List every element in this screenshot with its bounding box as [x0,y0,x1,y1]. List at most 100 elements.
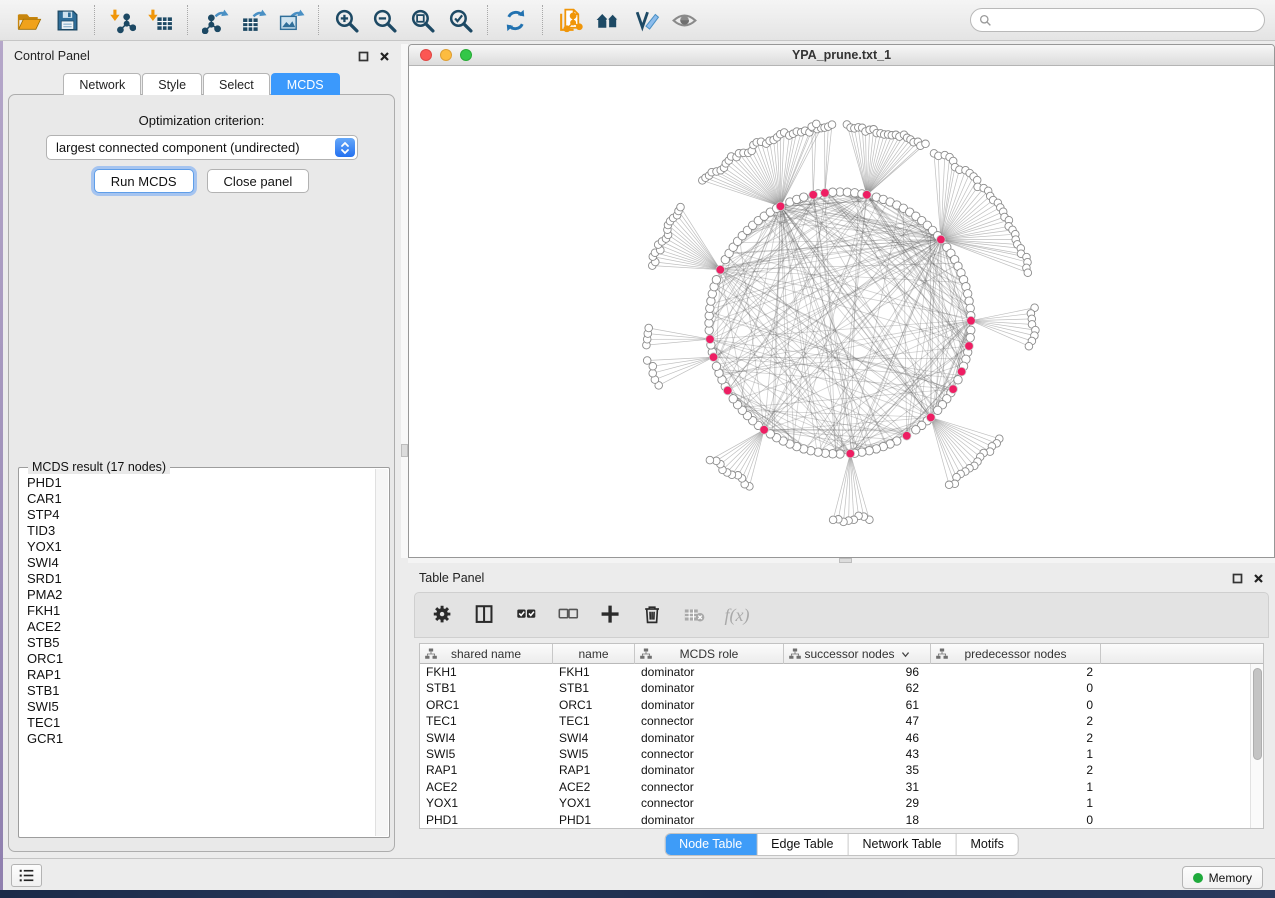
add-column-button[interactable] [593,597,629,633]
mcds-result-item[interactable]: PMA2 [27,587,375,603]
network-node[interactable] [934,406,942,414]
column-header-MCDS-role[interactable]: MCDS role [635,644,784,664]
split-divider-vertical[interactable] [401,44,408,558]
mcds-result-item[interactable]: PHD1 [27,475,375,491]
mcds-hub-node[interactable] [716,265,725,274]
network-node[interactable] [829,516,837,524]
network-node[interactable] [649,369,657,377]
network-node[interactable] [645,324,653,332]
task-history-button[interactable] [11,864,42,887]
run-mcds-button[interactable]: Run MCDS [94,169,194,193]
network-node[interactable] [813,120,821,128]
close-panel-button[interactable]: Close panel [207,169,310,193]
open-folder-button[interactable] [10,3,48,37]
mcds-result-item[interactable]: ORC1 [27,651,375,667]
mcds-result-item[interactable]: TEC1 [27,715,375,731]
table-scrollbar-thumb[interactable] [1253,668,1262,760]
column-header-shared-name[interactable]: shared name [420,644,553,664]
mcds-hub-node[interactable] [846,449,855,458]
tab-select[interactable]: Select [203,73,270,95]
mcds-hub-node[interactable] [902,432,911,441]
table-row[interactable]: ACE2ACE2connector311 [420,779,1263,795]
mcds-hub-node[interactable] [809,191,818,200]
export-table-button[interactable] [234,3,272,37]
mcds-result-item[interactable]: ACE2 [27,619,375,635]
mcds-result-item[interactable]: SWI5 [27,699,375,715]
new-network-from-selection-button[interactable] [551,3,589,37]
mcds-list-scrollbar[interactable] [375,469,388,836]
mcds-hub-node[interactable] [863,191,872,200]
mcds-result-item[interactable]: CAR1 [27,491,375,507]
export-network-button[interactable] [196,3,234,37]
save-button[interactable] [48,3,86,37]
mcds-result-item[interactable]: STB5 [27,635,375,651]
mcds-result-item[interactable]: FKH1 [27,603,375,619]
select-all-button[interactable] [509,597,545,633]
export-image-button[interactable] [272,3,310,37]
network-node[interactable] [828,121,836,129]
network-node[interactable] [922,140,930,148]
mcds-hub-node[interactable] [957,367,966,376]
eye-button[interactable] [665,3,703,37]
import-table-button[interactable] [141,3,179,37]
network-node[interactable] [712,362,720,370]
network-node[interactable] [1024,269,1032,277]
mcds-hub-node[interactable] [723,386,732,395]
gear-button[interactable] [425,597,461,633]
table-row[interactable]: ORC1ORC1dominator610 [420,697,1263,713]
network-node[interactable] [954,376,962,384]
tab-node-table[interactable]: Node Table [665,834,757,855]
tab-network[interactable]: Network [63,73,141,95]
zoom-fit-button[interactable] [403,3,441,37]
refresh-layout-button[interactable] [496,3,534,37]
zoom-selected-button[interactable] [441,3,479,37]
column-header-name[interactable]: name [553,644,635,664]
network-node[interactable] [706,456,714,464]
network-node[interactable] [677,203,685,211]
tab-edge-table[interactable]: Edge Table [757,834,848,855]
close-panel-icon[interactable] [1252,572,1265,585]
table-row[interactable]: YOX1YOX1connector291 [420,795,1263,811]
network-node[interactable] [829,188,837,196]
homes-button[interactable] [589,3,627,37]
mcds-hub-node[interactable] [965,342,974,351]
mcds-hub-node[interactable] [709,353,718,362]
table-row[interactable]: RAP1RAP1dominator352 [420,762,1263,778]
network-node[interactable] [800,193,808,201]
columns-button[interactable] [467,597,503,633]
column-header-predecessor-nodes[interactable]: predecessor nodes [931,644,1101,664]
mcds-hub-node[interactable] [760,426,769,435]
mcds-hub-node[interactable] [949,385,958,394]
close-panel-icon[interactable] [378,50,391,63]
column-header-successor-nodes[interactable]: successor nodes [784,644,931,664]
table-scrollbar[interactable] [1250,664,1263,828]
zoom-in-button[interactable] [327,3,365,37]
tab-mcds[interactable]: MCDS [271,73,340,95]
network-node[interactable] [643,357,651,365]
network-node[interactable] [912,426,920,434]
mcds-result-item[interactable]: RAP1 [27,667,375,683]
network-node[interactable] [1025,342,1033,350]
table-row[interactable]: SWI4SWI4dominator462 [420,730,1263,746]
mcds-hub-node[interactable] [927,413,936,422]
tab-style[interactable]: Style [142,73,202,95]
mcds-hub-node[interactable] [706,335,715,344]
divider-grip-icon[interactable] [401,444,408,457]
criterion-dropdown[interactable]: largest connected component (undirected) [46,135,358,160]
zoom-out-button[interactable] [365,3,403,37]
network-node[interactable] [712,276,720,284]
network-node[interactable] [945,481,953,489]
mcds-hub-node[interactable] [967,316,976,325]
network-node[interactable] [966,334,974,342]
mcds-result-item[interactable]: STB1 [27,683,375,699]
float-panel-icon[interactable] [357,50,370,63]
table-row[interactable]: FKH1FKH1dominator962 [420,664,1263,680]
table-row[interactable]: SWI5SWI5connector431 [420,746,1263,762]
memory-button[interactable]: Memory [1182,866,1263,889]
tab-network-table[interactable]: Network Table [849,834,957,855]
table-row[interactable]: STB1STB1dominator620 [420,680,1263,696]
mcds-hub-node[interactable] [937,235,946,244]
search-input[interactable] [997,13,1256,27]
import-network-button[interactable] [103,3,141,37]
float-panel-icon[interactable] [1231,572,1244,585]
